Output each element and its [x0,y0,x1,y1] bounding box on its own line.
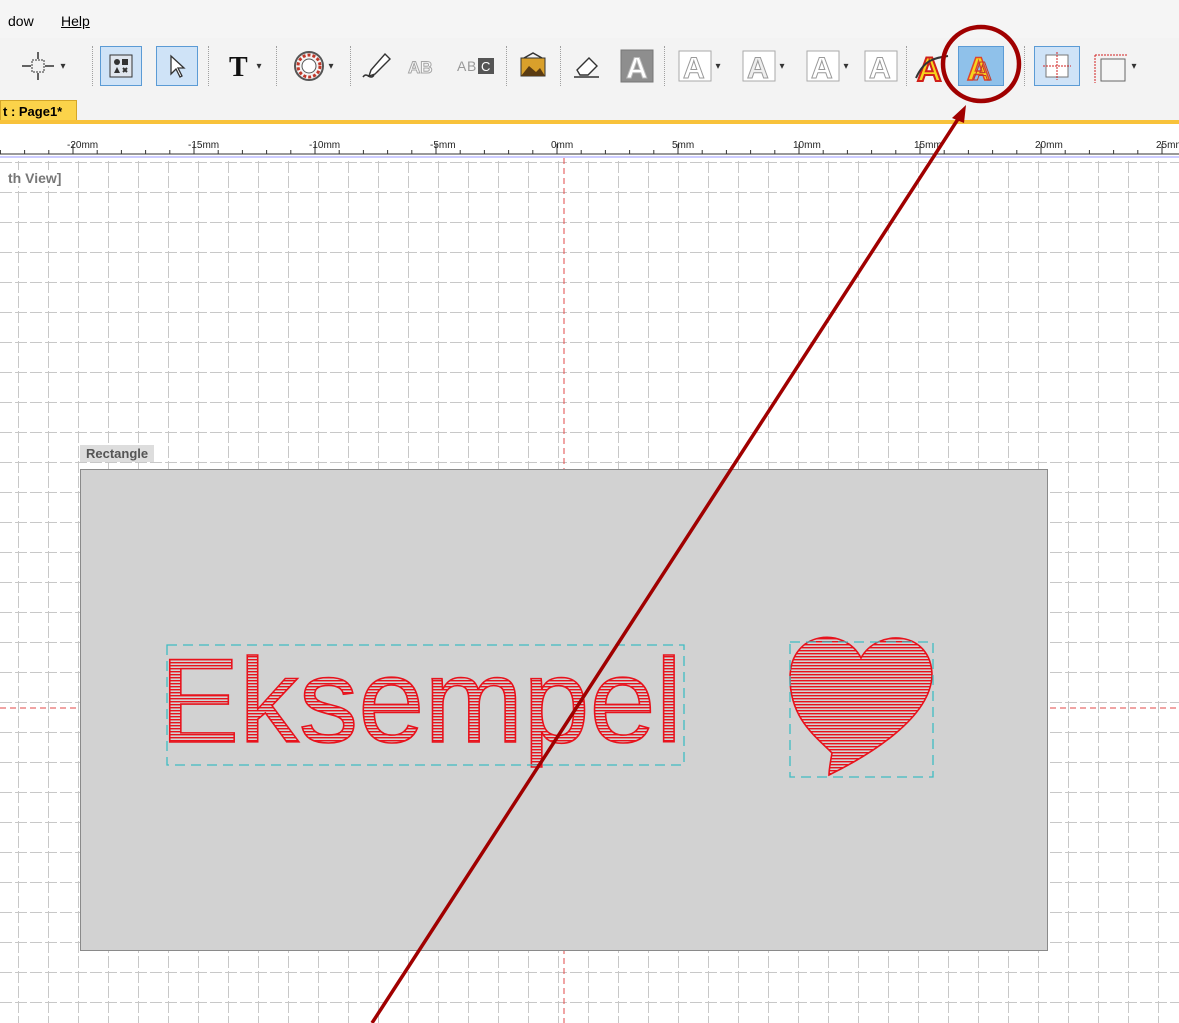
svg-text:A: A [683,52,705,83]
ruler-label: 0mm [551,140,573,151]
ruler-label: 10mm [793,140,821,151]
horizontal-ruler: -20mm -15mm -10mm -5mm 0mm 5mm 10mm 15mm 20mm 25m… [0,124,1179,158]
ruler-label: 25mm [1156,140,1179,151]
signature-tool-button[interactable] [356,46,398,86]
toolbar-separator [208,46,209,86]
picture-icon [520,52,546,77]
frame-tool-button[interactable]: ▾ [283,46,343,86]
ruler-label: -5mm [430,140,456,151]
letter-a-outline-icon: A [864,50,898,83]
svg-text:A: A [457,58,467,74]
svg-text:B: B [467,58,476,74]
svg-text:A: A [869,52,891,83]
menu-help[interactable]: Help [61,13,90,29]
rect-tool-button[interactable]: ▾ [1084,46,1146,86]
svg-text:T: T [229,52,248,80]
symbol-tool-button[interactable] [100,46,142,86]
toolbar-separator [506,46,507,86]
svg-text:C: C [481,59,490,74]
outline-a-button[interactable]: A [616,46,658,86]
move-tool-button[interactable]: ▾ [12,46,72,86]
toolbar-separator [906,46,907,86]
svg-text:AB: AB [408,58,433,77]
svg-text:A: A [811,52,833,83]
arch-text-button[interactable]: AB [404,46,448,86]
canvas-objects: Eksempel [0,633,934,778]
colored-a-button[interactable]: A [911,46,953,86]
letter-a-raster-icon: A A [966,50,992,83]
eksempel-text: Eksempel [160,634,682,768]
toolbar-separator [350,46,351,86]
frame-text-button[interactable]: A B C [456,46,500,86]
ruler-ticks: -20mm -15mm -10mm -5mm 0mm 5mm 10mm 15mm 20mm 25m… [0,140,1179,158]
menubar: dow Help [0,0,1179,38]
letter-a-outline-icon: A [678,50,712,83]
svg-text:A: A [626,52,648,83]
svg-text:A: A [973,56,992,83]
rectangle-icon [1094,54,1128,83]
raster-a-button[interactable]: A A [958,46,1004,86]
select-tool-button[interactable] [156,46,198,86]
letter-a-color-icon: A [915,50,949,84]
eraser-tool-button[interactable] [566,46,606,86]
text-object[interactable]: Eksempel [159,633,685,769]
image-tool-button[interactable] [513,46,553,86]
eraser-icon [574,57,599,78]
outline-a-5-button[interactable]: A [860,46,902,86]
toolbar-separator [560,46,561,86]
ab-text-icon: AB [408,58,434,78]
toolbar-separator [1024,46,1025,86]
toolbar-separator [92,46,93,86]
center-grid-icon [1043,52,1071,80]
design-canvas[interactable]: th View] Rectangle Eksempel [0,158,1179,1023]
menu-window[interactable]: dow [8,13,34,29]
toolbar: ▾ T ▾ ▾ AB A B C A A ▾ A ▾ A ▾ A A A A ▾ [0,38,1179,100]
toolbar-separator [276,46,277,86]
abc-frame-icon: A B C [457,58,494,74]
symbol-icon [109,54,133,78]
pen-signature-icon [362,52,391,78]
svg-text:A: A [747,52,769,83]
ruler-label: 5mm [672,140,694,151]
ruler-label: 15mm [914,140,942,151]
cursor-arrow-icon [170,54,186,78]
ruler-label: -10mm [309,140,340,151]
heart-icon [789,636,933,777]
svg-text:A: A [917,51,942,84]
circle-frame-icon [294,51,325,81]
letter-a-outline-icon: A [806,50,840,83]
toolbar-separator [664,46,665,86]
ruler-label: -20mm [67,140,98,151]
grid-tool-button[interactable] [1034,46,1080,86]
outline-a-3-button[interactable]: A ▾ [734,46,792,86]
heart-object[interactable] [789,636,934,778]
outline-a-4-button[interactable]: A ▾ [798,46,856,86]
letter-a-solid-icon: A [620,49,654,83]
text-tool-button[interactable]: T ▾ [218,46,270,86]
ruler-label: 20mm [1035,140,1063,151]
ruler-label: -15mm [188,140,219,151]
move-arrows-icon [22,52,55,80]
letter-a-outline-icon: A [742,50,776,83]
text-t-icon: T [229,52,248,80]
outline-a-2-button[interactable]: A ▾ [670,46,728,86]
